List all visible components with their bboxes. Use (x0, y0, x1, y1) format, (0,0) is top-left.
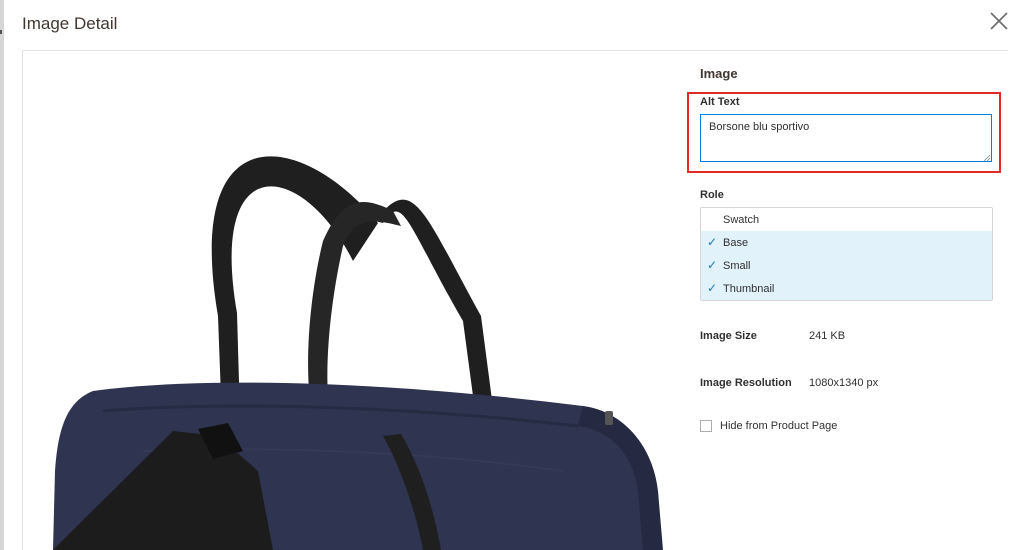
hide-from-product-page-checkbox[interactable] (700, 420, 712, 432)
dialog-title: Image Detail (22, 14, 118, 33)
image-size-value: 241 KB (809, 330, 846, 342)
role-option-label: Swatch (723, 213, 760, 226)
role-option-label: Base (723, 236, 749, 249)
role-option-label: Small (723, 259, 751, 272)
checkmark-icon: ✓ (706, 235, 718, 249)
image-resolution-value: 1080x1340 px (809, 377, 879, 389)
role-multiselect[interactable]: Swatch ✓ Base ✓ Small ✓ Thumbnail (700, 207, 993, 301)
close-icon (990, 12, 1008, 30)
hide-from-product-page-row[interactable]: Hide from Product Page (700, 420, 837, 432)
dialog-header: Image Detail (4, 0, 1024, 50)
role-option-base[interactable]: ✓ Base (701, 231, 992, 254)
role-option-swatch[interactable]: Swatch (701, 208, 992, 231)
alt-text-input[interactable]: Borsone blu sportivo (700, 114, 992, 162)
role-label: Role (700, 189, 724, 201)
image-resolution-label: Image Resolution (700, 377, 792, 389)
role-option-label: Thumbnail (723, 282, 775, 295)
duffel-bag-image (23, 51, 684, 550)
background-page-edge (0, 0, 4, 550)
image-size-label: Image Size (700, 330, 757, 342)
hide-from-product-page-label[interactable]: Hide from Product Page (720, 420, 837, 432)
alt-text-label: Alt Text (700, 96, 740, 108)
section-title: Image (700, 66, 738, 81)
image-preview (22, 51, 684, 550)
checkmark-icon: ✓ (706, 258, 718, 272)
close-button[interactable] (988, 10, 1010, 32)
role-option-small[interactable]: ✓ Small (701, 254, 992, 277)
role-option-thumbnail[interactable]: ✓ Thumbnail (701, 277, 992, 300)
checkmark-icon: ✓ (706, 281, 718, 295)
